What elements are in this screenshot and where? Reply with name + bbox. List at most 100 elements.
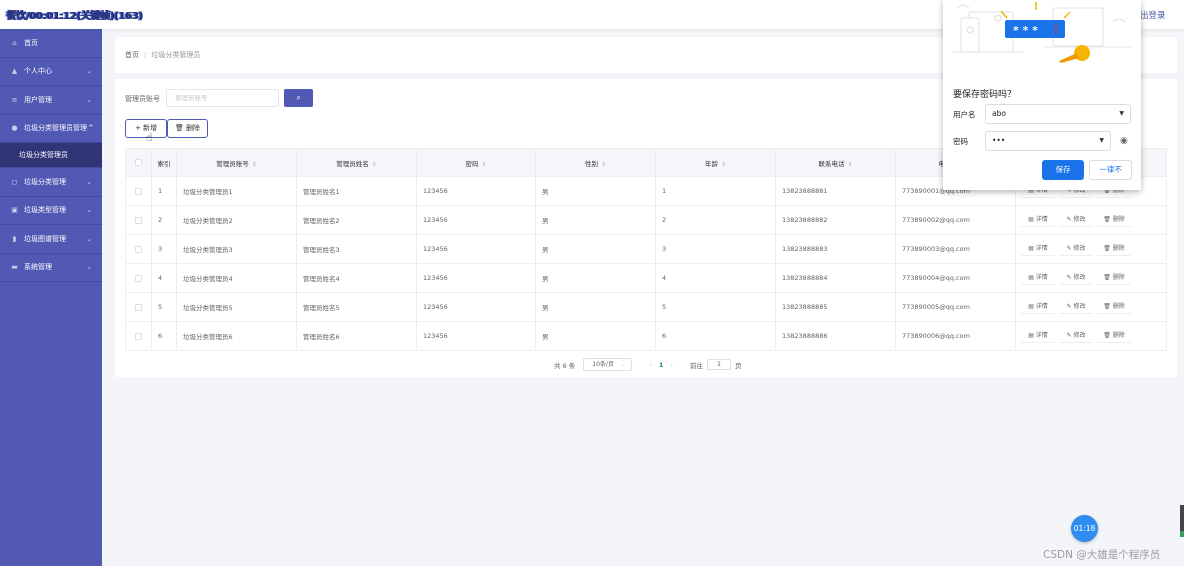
cell-name: 管理员姓名6 — [296, 321, 417, 351]
document-icon: ▮ — [12, 234, 17, 243]
logout-link[interactable]: 出登录 — [1140, 9, 1166, 21]
sidebar-item-items_after3[interactable]: ▬ 系统管理 ⌄ — [0, 254, 102, 282]
batch-delete-button[interactable]: 🗑 删除 — [167, 119, 208, 138]
edit-button[interactable]: ✎ 修改 — [1059, 213, 1093, 227]
breadcrumb: 首页 / 垃圾分类管理员 — [125, 50, 200, 60]
watermark: CSDN @大雄是个程序员 — [1043, 549, 1161, 561]
detail-button[interactable]: ▤ 详情 — [1021, 271, 1055, 285]
column-header[interactable]: 联系电话 ⇕ — [775, 148, 896, 177]
detail-button[interactable]: ▤ 详情 — [1021, 242, 1055, 256]
checkbox[interactable] — [135, 159, 142, 166]
column-header[interactable]: 管理员姓名 ⇕ — [296, 148, 417, 177]
chevron-down-icon: ⌄ — [86, 206, 92, 215]
sort-icon[interactable]: ⇕ — [721, 161, 726, 168]
sort-icon[interactable]: ⇕ — [481, 161, 486, 168]
cell-age: 5 — [655, 292, 776, 322]
sort-icon[interactable]: ⇕ — [252, 161, 257, 168]
detail-button[interactable]: ▤ 详情 — [1021, 329, 1055, 343]
cell-phone: 13823888884 — [775, 263, 896, 293]
search-button[interactable]: ⌕ — [284, 89, 313, 107]
sidebar-item-items0[interactable]: ⌂ 首页 — [0, 29, 102, 58]
sidebar-subitem-admin[interactable]: 垃圾分类管理员 — [0, 143, 102, 168]
checkbox[interactable] — [135, 303, 142, 311]
delete-button[interactable]: 🗑 删除 — [1097, 329, 1131, 343]
cell-account: 垃圾分类管理员5 — [176, 292, 297, 322]
column-header-label: 年龄 — [704, 159, 718, 168]
row-checkbox-cell[interactable] — [125, 205, 152, 235]
password-select[interactable]: ••• ▼ — [985, 131, 1111, 151]
cell-password: 123456 — [416, 321, 536, 351]
app-title: 餐饮/00:01:12(关键帧)(163) — [6, 11, 143, 22]
detail-button[interactable]: ▤ 详情 — [1021, 300, 1055, 314]
page-size-select[interactable]: 10条/页 ⌄ — [583, 358, 633, 371]
prev-page-button[interactable]: ‹ — [649, 361, 652, 369]
cell-index: 3 — [151, 234, 177, 264]
delete-button[interactable]: 🗑 删除 — [1097, 242, 1131, 256]
chevron-down-icon: ⌄ — [86, 95, 92, 104]
goto-page-input[interactable]: 1 — [707, 359, 732, 370]
sort-icon[interactable]: ⇕ — [847, 161, 852, 168]
row-checkbox-cell[interactable] — [125, 234, 152, 264]
column-header[interactable]: 年龄 ⇕ — [655, 148, 776, 177]
next-page-button[interactable]: › — [670, 361, 673, 369]
row-checkbox-cell[interactable] — [125, 176, 152, 206]
detail-button[interactable]: ▤ 详情 — [1021, 213, 1055, 227]
column-header[interactable]: 性别 ⇕ — [535, 148, 656, 177]
sidebar-item-items_after0[interactable]: ◻ 垃圾分类管理 ⌄ — [0, 168, 102, 197]
checkbox[interactable] — [135, 332, 142, 340]
table-row: 3 垃圾分类管理员3 管理员姓名3 123456 男 3 13823888883 773890… — [125, 234, 1167, 264]
column-header[interactable]: 密码 ⇕ — [416, 148, 536, 177]
breadcrumb-current: 垃圾分类管理员 — [151, 51, 201, 59]
edit-button[interactable]: ✎ 修改 — [1059, 300, 1093, 314]
cell-index: 5 — [151, 292, 177, 322]
breadcrumb-home[interactable]: 首页 — [125, 51, 139, 59]
checkbox[interactable] — [135, 245, 142, 253]
row-checkbox-cell[interactable] — [125, 292, 152, 322]
save-password-question: 要保存密码吗？ — [953, 90, 1017, 100]
checkbox[interactable] — [135, 216, 142, 224]
username-select[interactable]: abo ▼ — [985, 104, 1131, 124]
goto-label: 前往 — [690, 361, 704, 370]
cell-actions: ▤ 详情 ✎ 修改 🗑 删除 — [1015, 234, 1167, 264]
cell-password: 123456 — [416, 205, 536, 235]
edit-button[interactable]: ✎ 修改 — [1059, 329, 1093, 343]
row-checkbox-cell[interactable] — [125, 263, 152, 293]
page-number-1[interactable]: 1 — [659, 361, 664, 369]
cell-phone: 13823888883 — [775, 234, 896, 264]
edit-button[interactable]: ✎ 修改 — [1059, 271, 1093, 285]
user-icon: ▲ — [11, 67, 18, 76]
sidebar-item-items3[interactable]: ● 垃圾分类管理员管理 ^ — [0, 115, 102, 143]
cell-account: 垃圾分类管理员1 — [176, 176, 297, 206]
sidebar-item-items_after1[interactable]: ▣ 垃圾类型管理 ⌄ — [0, 197, 102, 225]
show-password-eye-icon[interactable]: ◉ — [1120, 136, 1128, 146]
sidebar-item-items_after2[interactable]: ▮ 垃圾图谱管理 ⌄ — [0, 225, 102, 254]
save-password-button[interactable]: 保存 — [1042, 160, 1084, 180]
delete-button[interactable]: 🗑 删除 — [1097, 271, 1131, 285]
list-icon: ≡ — [11, 95, 18, 104]
password-label: 密码 — [953, 137, 968, 146]
sort-icon[interactable]: ⇕ — [601, 161, 606, 168]
account-search-input[interactable]: 管理员账号 — [166, 89, 279, 107]
edit-button[interactable]: ✎ 修改 — [1059, 242, 1093, 256]
cell-gender: 男 — [535, 292, 656, 322]
checkbox[interactable] — [135, 187, 142, 195]
delete-button[interactable]: 🗑 删除 — [1097, 213, 1131, 227]
cell-age: 2 — [655, 205, 776, 235]
checkbox[interactable] — [135, 274, 142, 282]
chevron-down-icon: ⌄ — [86, 263, 92, 272]
cell-index: 6 — [151, 321, 177, 351]
timer-badge[interactable]: 01:18 — [1071, 515, 1098, 542]
sidebar-item-items2[interactable]: ≡ 用户管理 ⌄ — [0, 86, 102, 115]
never-save-button[interactable]: 一律不 — [1089, 160, 1132, 180]
delete-button[interactable]: 🗑 删除 — [1097, 300, 1131, 314]
sidebar-item-label: 垃圾分类管理 — [24, 177, 66, 186]
sidebar-item-items1[interactable]: ▲ 个人中心 ⌄ — [0, 58, 102, 86]
sort-icon[interactable]: ⇕ — [372, 161, 377, 168]
cell-gender: 男 — [535, 263, 656, 293]
column-header[interactable]: 管理员账号 ⇕ — [176, 148, 297, 177]
cell-gender: 男 — [535, 321, 656, 351]
location-icon: ● — [11, 124, 18, 133]
row-checkbox-cell[interactable] — [125, 321, 152, 351]
header-select-all[interactable] — [125, 148, 152, 177]
chevron-down-icon: ⌄ — [621, 361, 627, 368]
